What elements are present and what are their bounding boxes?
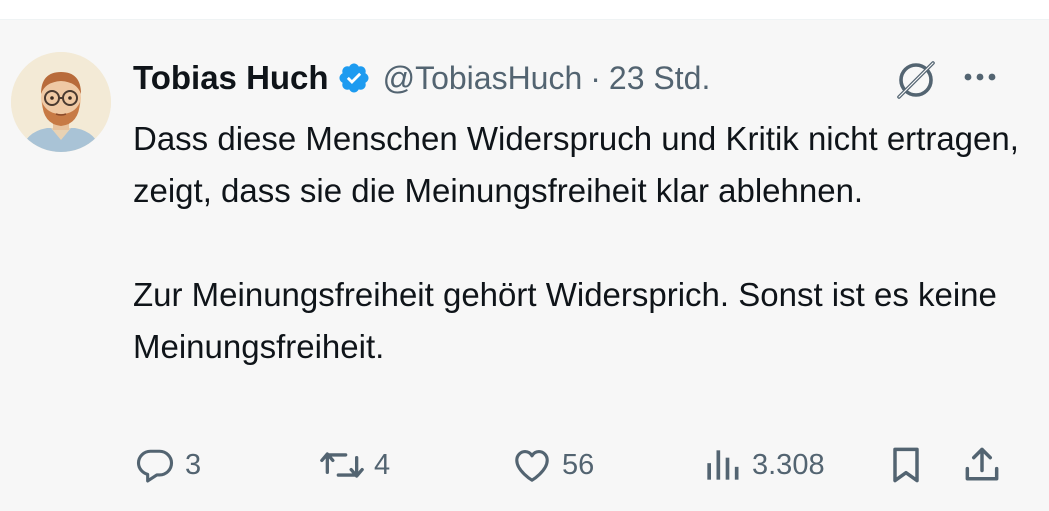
grok-icon[interactable] [892, 56, 940, 104]
views-button[interactable]: 3.308 [700, 440, 825, 490]
author-handle[interactable]: @TobiasHuch [383, 60, 583, 97]
share-button[interactable] [960, 440, 1004, 490]
retweet-icon [318, 443, 366, 487]
retweet-button[interactable]: 4 [318, 440, 390, 490]
tweet-timestamp[interactable]: 23 Std. [609, 60, 710, 97]
bookmark-icon [884, 443, 928, 487]
author-name[interactable]: Tobias Huch [133, 59, 329, 97]
more-icon[interactable] [960, 60, 1000, 94]
tweet-paragraph-2: Zur Meinungsfreiheit gehört Widersprich.… [133, 276, 997, 365]
share-icon [960, 443, 1004, 487]
reply-icon [133, 443, 177, 487]
tweet-card[interactable]: Tobias Huch @TobiasHuch · 23 Std. Dass d… [0, 20, 1049, 511]
top-divider [0, 0, 1049, 20]
views-count: 3.308 [752, 448, 825, 481]
verified-badge-icon[interactable] [337, 61, 371, 95]
tweet-actions: 3 4 56 3.308 [0, 440, 1049, 490]
like-button[interactable]: 56 [510, 440, 594, 490]
bookmark-button[interactable] [884, 440, 928, 490]
heart-icon [510, 443, 554, 487]
tweet-text: Dass diese Menschen Widerspruch und Krit… [133, 113, 1033, 373]
tweet-paragraph-1: Dass diese Menschen Widerspruch und Krit… [133, 120, 1019, 209]
retweet-count: 4 [374, 448, 391, 481]
header-separator: · [590, 59, 601, 96]
like-count: 56 [562, 448, 595, 481]
reply-button[interactable]: 3 [133, 440, 201, 490]
reply-count: 3 [185, 448, 202, 481]
views-icon [700, 443, 744, 487]
tweet-header: Tobias Huch @TobiasHuch · 23 Std. [133, 56, 710, 100]
avatar[interactable] [11, 52, 111, 152]
